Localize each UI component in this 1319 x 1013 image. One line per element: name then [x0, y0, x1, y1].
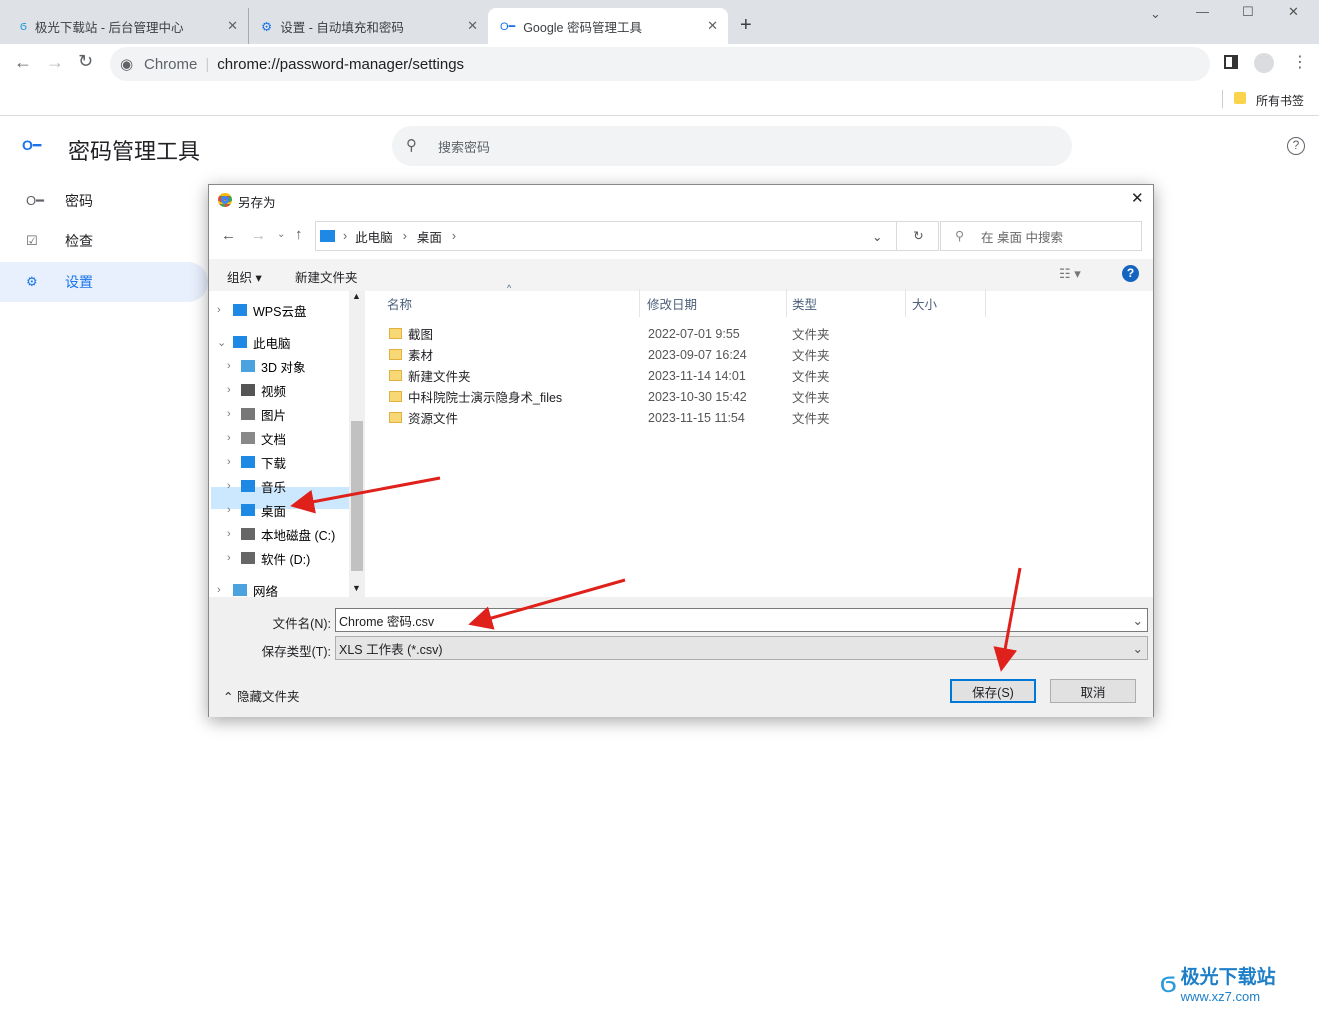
arrow-save: [993, 567, 1022, 672]
jg-logo-icon: ϭ: [1160, 966, 1177, 999]
arrow-filename: [468, 578, 626, 630]
arrow-desktop: [290, 476, 441, 514]
watermark: ϭ 极光下载站 www.xz7.com: [1160, 966, 1276, 1004]
annotation-arrows: [290, 476, 1022, 672]
